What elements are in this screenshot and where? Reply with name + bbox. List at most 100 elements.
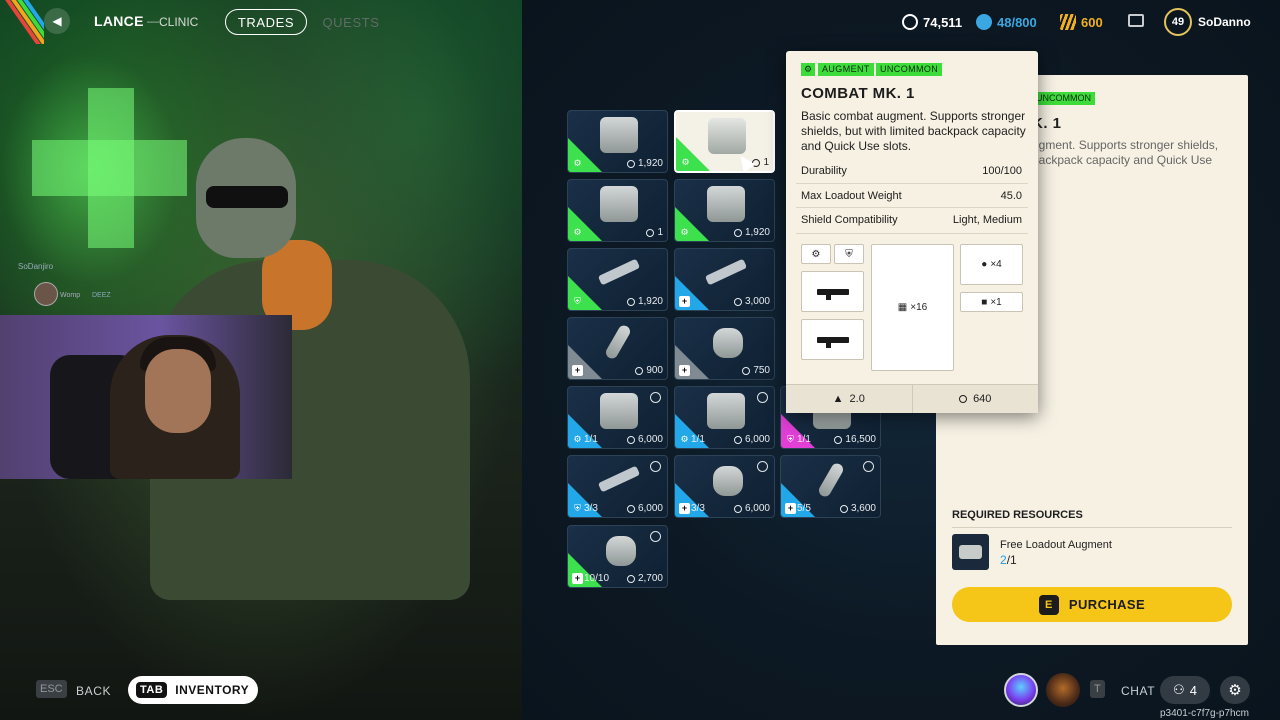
overlay-chat-avatar [34,282,58,306]
item-price: 6,000 [733,503,770,514]
shield-icon: ⛨ [574,503,581,513]
item-stock: 3/3 [584,503,598,514]
required-item-have: 2 [1000,553,1007,567]
session-id: p3401-c7f7g-p7hcm [1160,708,1249,719]
trader-name-separator: — [147,14,159,28]
stat-label: Max Loadout Weight [801,189,902,202]
trade-item-slot[interactable]: +3,000 [674,248,775,311]
timer-icon [757,461,768,472]
item-image [713,466,743,496]
back-arrow-button[interactable]: ◀ [44,8,70,34]
augment-icon: ⚙ [573,434,582,444]
shield-icon: ⛨ [787,434,794,444]
augment-icon: ⚙ [801,63,815,76]
weight-icon: ▲ [832,393,844,405]
price-value: 1 [763,157,769,168]
stat-value: 100/100 [982,165,1022,177]
token-icon [1060,14,1076,30]
item-image [707,186,745,222]
augment-slot-icon: ⚙ [801,244,831,264]
divider [952,527,1232,528]
item-price: 2,700 [626,573,663,584]
back-button[interactable]: BACK [76,684,111,698]
weapon-slot-1 [801,271,864,312]
item-tooltip: ⚙ AUGMENT UNCOMMON COMBAT MK. 1 Basic co… [786,51,1038,413]
item-stock: 3/3 [691,503,705,514]
augment-icon: ⚙ [573,227,582,237]
required-item-thumbnail [952,534,989,570]
item-image [600,186,638,222]
divider [796,233,1028,234]
price-value: 3,000 [744,296,770,307]
purchase-button[interactable]: E PURCHASE [952,587,1232,622]
trade-item-slot[interactable]: ⚙ 1/1 6,000 [567,386,668,449]
mail-icon[interactable] [1128,14,1144,27]
trade-item-slot[interactable]: +5/5 3,600 [780,455,881,518]
plus-icon: + [679,365,690,376]
value-amount: 640 [973,393,992,405]
item-stock: 1/1 [584,434,598,445]
tooltip-description: Basic combat augment. Supports stronger … [801,109,1026,153]
trade-item-slot[interactable]: ⚙ 1 [567,179,668,242]
plus-icon: + [679,503,690,514]
timer-icon [650,531,661,542]
rarity-badge: UNCOMMON [1032,92,1095,105]
chat-button[interactable]: CHAT [1121,684,1155,698]
trade-item-slot[interactable]: +900 [567,317,668,380]
item-image [704,258,748,286]
trade-item-slot[interactable]: ⚙ 1 [674,110,775,173]
stat-durability: Durability 100/100 [796,159,1028,183]
party-avatar[interactable] [1046,673,1080,707]
party-button[interactable]: ⚇ 4 [1160,676,1210,704]
timer-icon [650,461,661,472]
weapon-slot-2 [801,319,864,360]
grenade-icon: ● [981,259,988,270]
augment-icon: ⚙ [680,227,689,237]
cred-icon [976,14,992,30]
tab-quests[interactable]: QUESTS [318,9,384,35]
required-item-need: /1 [1006,553,1017,567]
price-value: 1,920 [637,296,663,307]
item-price: 6,000 [733,434,770,445]
quick-use-count: ×4 [990,259,1002,270]
price-value: 16,500 [845,434,876,445]
stat-max-loadout-weight: Max Loadout Weight 45.0 [796,183,1028,207]
player-level: 49 [1164,8,1192,36]
stat-label: Shield Compatibility [801,213,898,226]
coin-icon [733,435,742,444]
trade-item-slot[interactable]: +750 [674,317,775,380]
item-price: 1,920 [626,296,663,307]
item-price: 750 [742,365,770,376]
rarity-badge: UNCOMMON [876,63,943,76]
trade-item-slot[interactable]: ⛨ 1,920 [567,248,668,311]
trade-item-slot[interactable]: ⛨ 3/3 6,000 [567,455,668,518]
tab-trades[interactable]: TRADES [225,9,307,35]
item-image [603,323,633,361]
trade-item-slot[interactable]: ⚙ 1/1 6,000 [674,386,775,449]
clinic-cross-sign-bar [32,140,187,196]
token-balance: 600 [1081,14,1103,30]
item-image [816,461,846,499]
coin-icon [635,366,644,375]
settings-button[interactable]: ⚙ [1220,676,1250,704]
trade-item-slot[interactable]: ⚙ 1,920 [567,110,668,173]
stat-value: 45.0 [1000,189,1022,202]
backpack-count: ×16 [910,302,928,313]
tooltip-title: COMBAT MK. 1 [801,85,915,102]
trade-item-slot[interactable]: +10/10 2,700 [567,525,668,588]
player-username[interactable]: SoDanno [1198,15,1251,29]
inventory-button[interactable]: TAB INVENTORY [128,676,258,704]
price-value: 6,000 [637,503,663,514]
cred-balance: 48/800 [997,14,1037,30]
item-image [597,258,641,286]
trade-item-slot[interactable]: +3/3 6,000 [674,455,775,518]
plus-icon: + [572,365,583,376]
trader-location: CLINIC [159,15,199,29]
party-avatar[interactable] [1004,673,1038,707]
wallet-tokens: 600 [1060,12,1103,32]
overlay-chat-user: SoDanjiro [18,262,54,271]
stat-value: Light, Medium [952,213,1022,226]
item-image [707,393,745,429]
trade-item-slot[interactable]: ⚙ 1,920 [674,179,775,242]
wallet-coins: 74,511 [902,12,962,32]
